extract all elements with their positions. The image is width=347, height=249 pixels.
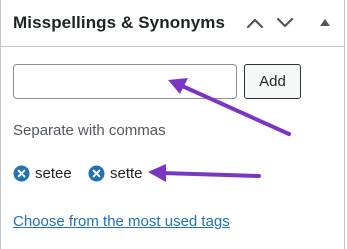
tag-label: sette bbox=[110, 164, 143, 182]
remove-icon[interactable] bbox=[13, 165, 30, 182]
move-up-button[interactable] bbox=[242, 10, 268, 36]
chevron-up-icon bbox=[246, 18, 264, 29]
add-tag-button[interactable]: Add bbox=[244, 64, 301, 99]
toggle-panel-button[interactable] bbox=[312, 10, 338, 36]
triangle-up-icon bbox=[320, 19, 330, 26]
move-down-button[interactable] bbox=[272, 10, 298, 36]
panel-title: Misspellings & Synonyms bbox=[13, 13, 226, 32]
tags-panel: Misspellings & Synonyms Add Separate wit… bbox=[0, 0, 345, 249]
remove-icon[interactable] bbox=[88, 165, 105, 182]
tag-input[interactable] bbox=[13, 64, 237, 99]
hint-text: Separate with commas bbox=[13, 122, 166, 139]
tag-label: setee bbox=[35, 164, 72, 182]
tag-item: setee bbox=[13, 163, 72, 183]
most-used-tags-link[interactable]: Choose from the most used tags bbox=[13, 213, 230, 230]
chevron-down-icon bbox=[276, 17, 294, 28]
tag-item: sette bbox=[88, 163, 143, 183]
panel-header: Misspellings & Synonyms bbox=[1, 0, 344, 47]
